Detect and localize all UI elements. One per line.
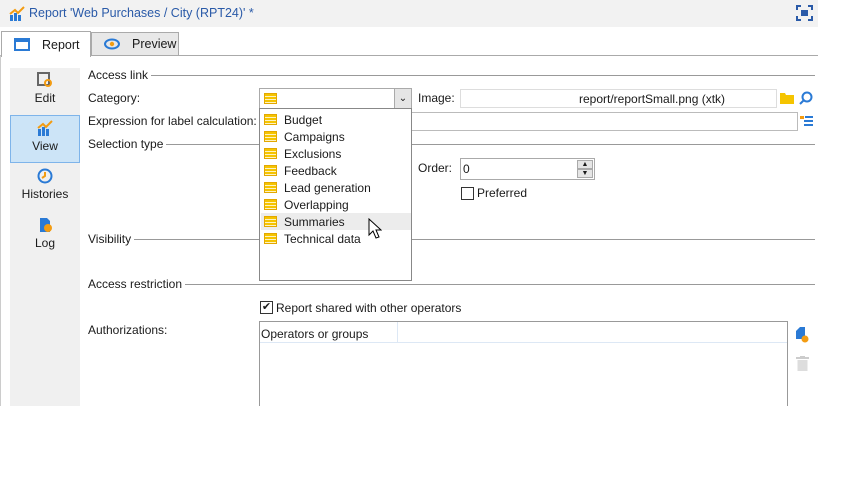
category-icon	[264, 131, 277, 142]
section-title: Selection type	[88, 137, 164, 151]
add-operator-icon[interactable]	[795, 327, 809, 343]
sidebar-item-view[interactable]: View	[10, 115, 80, 163]
sidebar-item-label: Log	[34, 236, 56, 250]
image-label: Image:	[418, 91, 455, 105]
stepper-up-icon[interactable]: ▲	[577, 160, 593, 169]
order-label: Order:	[418, 161, 453, 175]
category-icon	[264, 148, 277, 159]
image-value: report/reportSmall.png (xtk)	[579, 92, 726, 106]
mouse-cursor-icon	[368, 218, 382, 239]
category-icon	[264, 114, 277, 125]
category-option[interactable]: Campaigns	[261, 128, 411, 145]
eye-icon	[104, 38, 120, 50]
delete-icon[interactable]	[796, 356, 809, 371]
category-option-label: Summaries	[284, 214, 345, 229]
blank-area	[0, 406, 851, 494]
sidebar-item-edit[interactable]: Edit	[10, 68, 80, 116]
category-icon	[264, 165, 277, 176]
category-icon	[264, 199, 277, 210]
category-option[interactable]: Lead generation	[261, 179, 411, 196]
section-title: Access link	[88, 68, 149, 82]
tab-preview[interactable]: Preview	[91, 32, 179, 55]
maximize-icon[interactable]	[796, 5, 813, 21]
sidebar-item-log[interactable]: Log	[10, 213, 80, 261]
image-field[interactable]: report/reportSmall.png (xtk)	[460, 89, 777, 108]
category-option-label: Technical data	[284, 231, 361, 246]
section-title: Visibility	[88, 232, 132, 246]
category-option-label: Feedback	[284, 163, 337, 178]
window-title: Report 'Web Purchases / City (RPT24)' *	[29, 6, 254, 20]
category-option-label: Overlapping	[284, 197, 349, 212]
shared-label: Report shared with other operators	[276, 301, 462, 315]
category-select[interactable]: ⌄	[259, 88, 412, 109]
category-option-label: Lead generation	[284, 180, 371, 195]
order-value: 0	[463, 162, 470, 176]
tab-report[interactable]: Report	[1, 31, 91, 57]
log-icon	[40, 218, 52, 232]
category-option[interactable]: Overlapping	[261, 196, 411, 213]
search-icon[interactable]	[799, 91, 813, 105]
access-link-section: Access link	[88, 68, 815, 82]
authorizations-table[interactable]: Operators or groups	[259, 321, 788, 411]
visibility-section: Visibility	[88, 232, 815, 246]
category-option[interactable]: Summaries	[261, 213, 411, 230]
category-option-label: Budget	[284, 112, 323, 127]
chevron-down-icon[interactable]: ⌄	[394, 89, 411, 108]
access-restriction-section: Access restriction	[88, 277, 815, 291]
folder-icon[interactable]	[780, 92, 794, 104]
tab-report-label: Report	[42, 37, 80, 52]
category-option-label: Campaigns	[284, 129, 345, 144]
category-label: Category:	[88, 91, 141, 105]
section-title: Access restriction	[88, 277, 183, 291]
selection-type-section: Selection type	[88, 137, 815, 151]
sidebar-item-histories[interactable]: Histories	[10, 164, 80, 212]
sidebar-item-label: Edit	[34, 91, 56, 105]
category-option-label: Exclusions	[284, 146, 342, 161]
category-option[interactable]: Exclusions	[261, 145, 411, 162]
category-icon	[264, 182, 277, 193]
chart-icon	[37, 120, 53, 136]
order-stepper[interactable]: 0 ▲ ▼	[460, 158, 595, 180]
expression-editor-icon[interactable]	[800, 115, 813, 127]
shared-checkbox[interactable]: ✔	[260, 301, 273, 314]
expression-field[interactable]	[411, 112, 798, 131]
column-header-operators[interactable]: Operators or groups	[260, 322, 398, 343]
column-header-empty	[398, 322, 787, 343]
category-option[interactable]: Technical data	[261, 230, 411, 247]
preferred-checkbox[interactable]	[461, 187, 474, 200]
report-tab-icon	[14, 38, 30, 51]
sidebar-item-label: Histories	[21, 187, 69, 201]
sidebar: Edit View Histories Log	[10, 68, 80, 406]
category-option[interactable]: Budget	[261, 111, 411, 128]
edit-icon	[37, 72, 52, 87]
report-chart-icon	[9, 6, 25, 21]
category-icon	[264, 233, 277, 244]
title-bar: Report 'Web Purchases / City (RPT24)' *	[0, 0, 818, 27]
category-icon	[264, 216, 277, 227]
sidebar-item-label: View	[32, 139, 58, 153]
clock-icon	[37, 168, 53, 184]
expression-label: Expression for label calculation:	[88, 114, 257, 128]
stepper-down-icon[interactable]: ▼	[577, 169, 593, 178]
preferred-label: Preferred	[477, 186, 528, 200]
category-option[interactable]: Feedback	[261, 162, 411, 179]
authorizations-label: Authorizations:	[88, 323, 168, 337]
tab-preview-label: Preview	[132, 37, 177, 51]
category-icon	[264, 93, 277, 104]
category-dropdown-list: Budget Campaigns Exclusions Feedback Lead ge…	[259, 108, 412, 281]
